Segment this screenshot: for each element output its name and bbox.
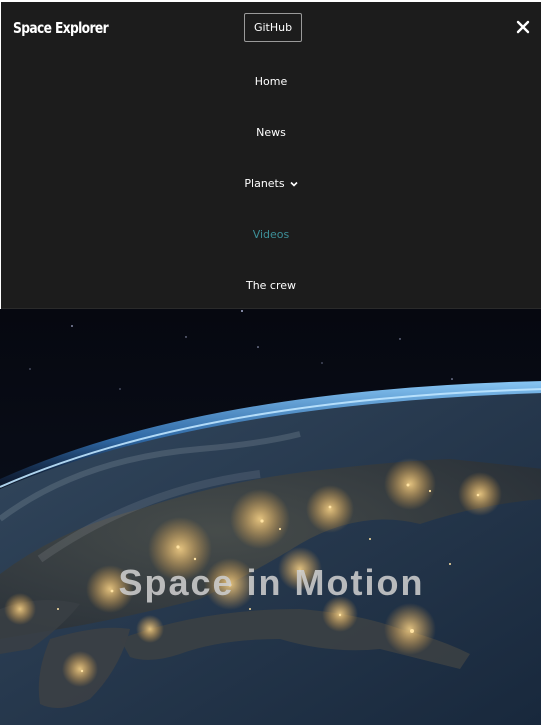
hero-title: Space in Motion	[118, 562, 425, 603]
nav-item-label: Videos	[252, 228, 290, 241]
chevron-down-icon	[290, 181, 298, 187]
nav-item-the-crew[interactable]: The crew	[1, 260, 541, 311]
brand-logo[interactable]: Space Explorer	[13, 19, 109, 37]
nav-item-label: Planets	[244, 177, 285, 190]
nav-item-label: The crew	[245, 279, 297, 292]
nav-item-label: Home	[254, 75, 288, 88]
hero-section: Space in Motion	[0, 309, 543, 725]
close-icon	[516, 20, 530, 34]
earth-night-image	[0, 309, 543, 725]
close-menu-button[interactable]	[515, 19, 531, 35]
navbar: Space Explorer GitHub Home News Planets …	[1, 2, 541, 309]
nav-item-news[interactable]: News	[1, 107, 541, 158]
nav-item-label: News	[256, 126, 286, 139]
page: Space Explorer GitHub Home News Planets …	[0, 0, 543, 725]
nav-menu: Home News Planets Videos The crew	[1, 56, 541, 311]
nav-item-planets[interactable]: Planets	[1, 158, 541, 209]
github-button[interactable]: GitHub	[244, 13, 302, 42]
nav-item-home[interactable]: Home	[1, 56, 541, 107]
nav-item-videos[interactable]: Videos	[1, 209, 541, 260]
